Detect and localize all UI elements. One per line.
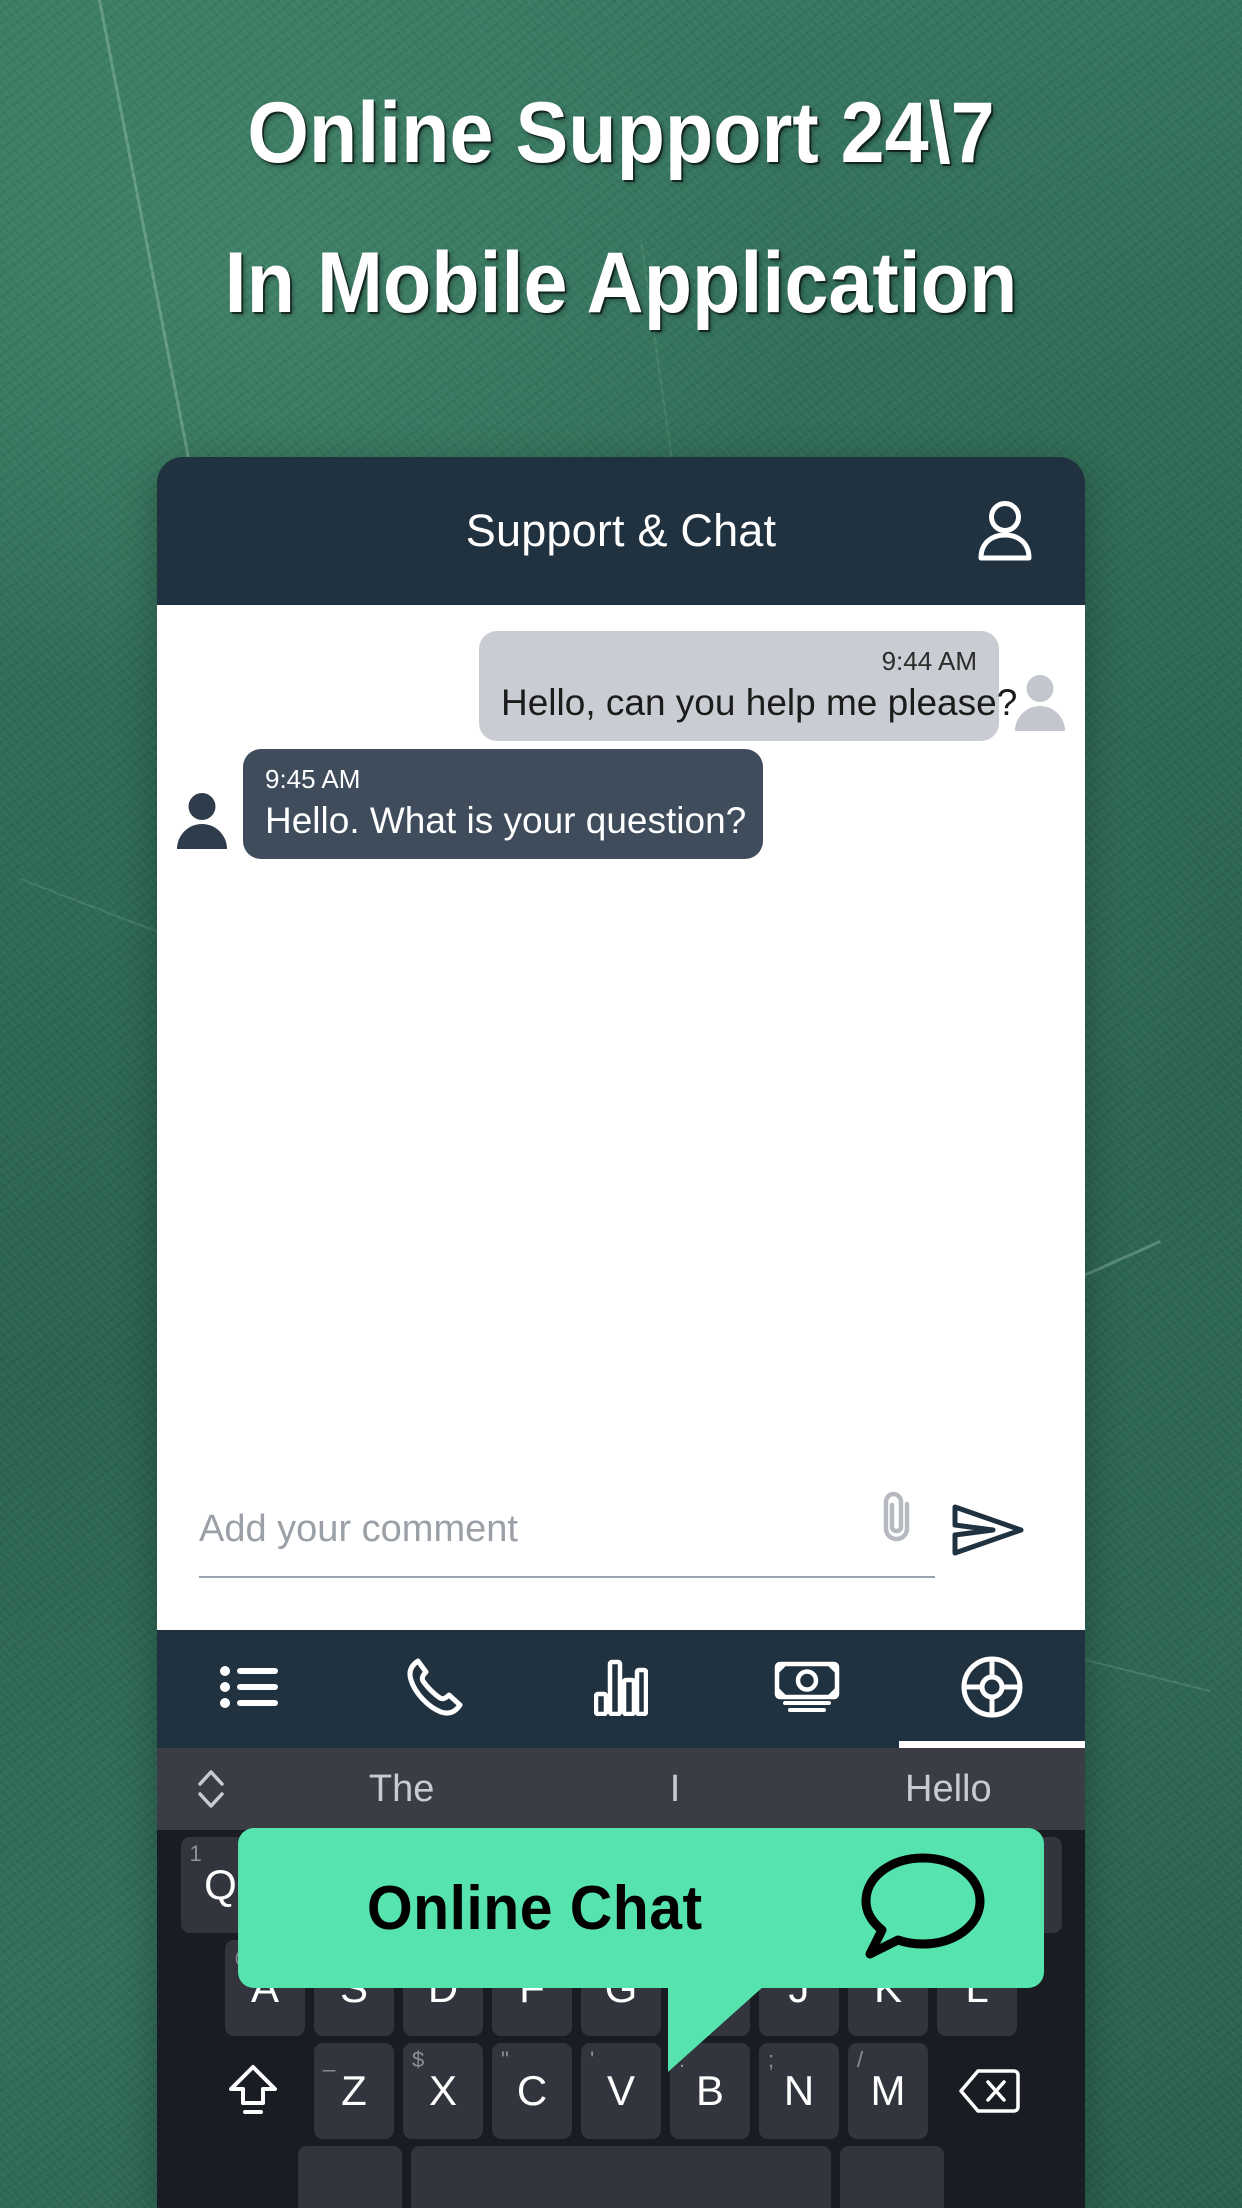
message-text: Hello. What is your question? [265, 800, 747, 841]
key-alt-label: _ [323, 2047, 336, 2072]
callout-tail [668, 1986, 764, 2072]
callout-bubble[interactable]: Online Chat [238, 1828, 1044, 1988]
promo-headline: Online Support 24\7 In Mobile Applicatio… [0, 58, 1242, 358]
callout-label: Online Chat [366, 1873, 703, 1943]
nav-item-support[interactable] [899, 1630, 1085, 1748]
message-bubble-incoming: 9:44 AM Hello, can you help me please? [479, 631, 1017, 741]
keyboard-row-3: _ Z $ X " C ' V :B ; N / M [157, 2036, 1085, 2139]
key-alt-label: / [857, 2047, 864, 2072]
keyboard-row-4 [157, 2139, 1085, 2208]
suggestion-item[interactable]: Hello [812, 1768, 1085, 1811]
nav-item-list[interactable] [157, 1630, 343, 1748]
key-label: V [606, 2067, 635, 2114]
key-label: Q [204, 1861, 237, 1908]
key-alt-label: 1 [189, 1841, 202, 1866]
message-composer [157, 1460, 1085, 1630]
suggestion-item[interactable]: I [538, 1768, 811, 1811]
user-avatar-icon [1013, 675, 1067, 735]
chat-message-row: 9:44 AM Hello, can you help me please? [157, 631, 1085, 741]
nav-item-calls[interactable] [343, 1630, 529, 1748]
paperclip-icon[interactable] [873, 1488, 925, 1544]
key-label: M [870, 2067, 906, 2114]
comment-input[interactable] [199, 1507, 832, 1551]
bar-chart-icon [593, 1658, 649, 1721]
agent-avatar-icon [175, 793, 229, 853]
key-alt-label: ; [768, 2047, 775, 2072]
speech-bubble-icon [858, 1850, 988, 1967]
key-label: X [428, 2067, 457, 2114]
list-icon [219, 1663, 280, 1716]
chat-message-list[interactable]: 9:44 AM Hello, can you help me please? 9… [157, 605, 1085, 1630]
bottom-navigation [157, 1630, 1085, 1748]
avatar-body [177, 824, 227, 849]
message-timestamp: 9:45 AM [265, 764, 361, 794]
key-z[interactable]: _ Z [314, 2043, 394, 2139]
key-m[interactable]: / M [848, 2043, 928, 2139]
app-bar: Support & Chat [157, 457, 1085, 605]
key-label: B [695, 2067, 724, 2114]
key-enter[interactable] [840, 2146, 944, 2208]
phone-icon [406, 1657, 464, 1722]
chevron-updown-icon[interactable] [157, 1764, 265, 1814]
key-alt-label: $ [412, 2047, 425, 2072]
key-v[interactable]: ' V [581, 2043, 661, 2139]
avatar-head [188, 793, 216, 820]
headline-line-2: In Mobile Application [224, 235, 1018, 331]
key-label: C [516, 2067, 548, 2114]
message-text: Hello, can you help me please? [501, 682, 1018, 723]
person-icon[interactable] [969, 495, 1041, 567]
key-label: N [783, 2067, 815, 2114]
shift-icon[interactable] [201, 2043, 305, 2139]
backspace-icon[interactable] [937, 2043, 1041, 2139]
send-arrow-icon[interactable] [935, 1482, 1045, 1578]
cash-icon [774, 1661, 840, 1718]
keyboard-suggestion-bar: The I Hello [157, 1748, 1085, 1830]
comment-field-wrapper [199, 1482, 935, 1578]
nav-item-stats[interactable] [528, 1630, 714, 1748]
life-ring-icon [961, 1656, 1023, 1723]
key-space[interactable] [411, 2146, 831, 2208]
avatar-head [1026, 675, 1054, 702]
key-symbols[interactable] [298, 2146, 402, 2208]
key-x[interactable]: $ X [403, 2043, 483, 2139]
message-timestamp: 9:44 AM [881, 646, 977, 676]
message-bubble-outgoing: 9:45 AM Hello. What is your question? [243, 749, 763, 859]
online-chat-callout: Online Chat [238, 1828, 1044, 2072]
key-alt-label: " [501, 2047, 509, 2072]
key-n[interactable]: ; N [759, 2043, 839, 2139]
nav-item-payments[interactable] [714, 1630, 900, 1748]
key-label: Z [341, 2067, 367, 2114]
chat-message-row: 9:45 AM Hello. What is your question? [157, 749, 1085, 859]
key-c[interactable]: " C [492, 2043, 572, 2139]
avatar-body [1015, 706, 1065, 731]
headline-line-1: Online Support 24\7 [247, 85, 995, 181]
app-bar-title: Support & Chat [465, 505, 777, 556]
key-alt-label: ' [590, 2047, 595, 2072]
suggestion-item[interactable]: The [265, 1768, 538, 1811]
